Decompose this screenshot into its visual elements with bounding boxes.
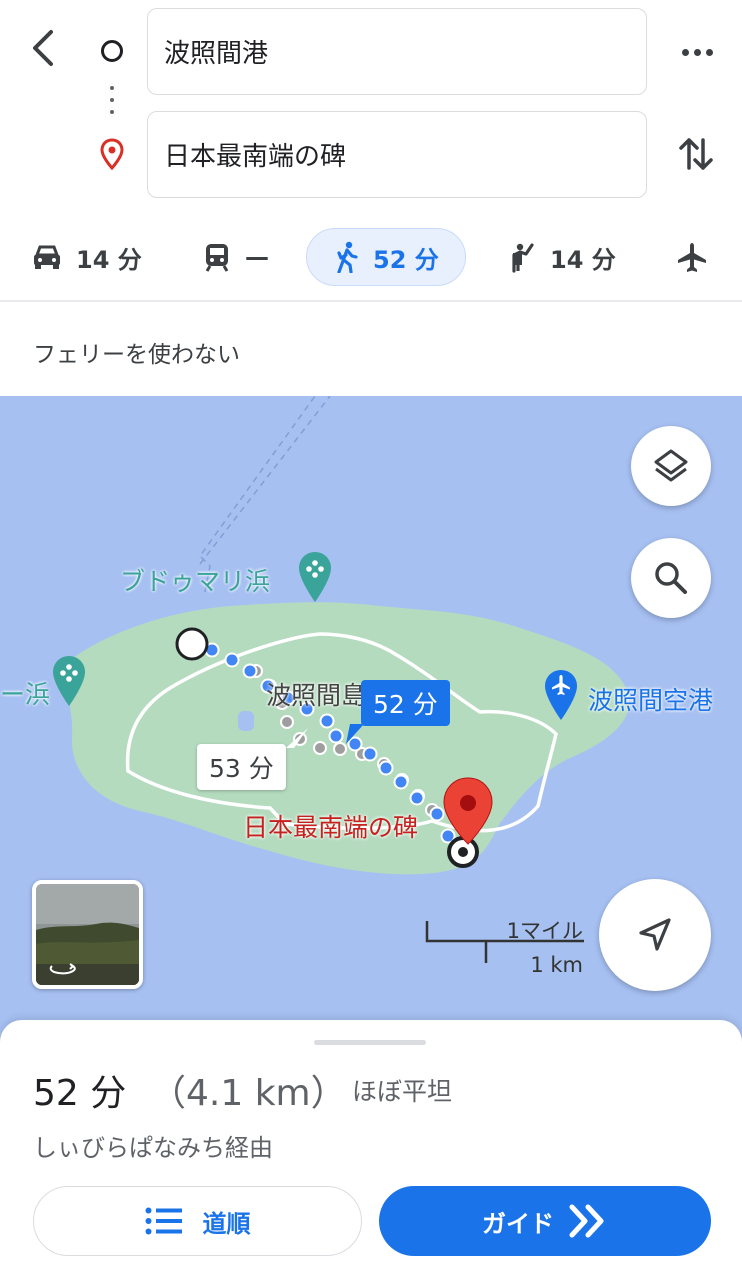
more-options-button[interactable] [675,30,719,74]
mode-ride-label: 14 分 [550,245,616,274]
mode-drive[interactable]: 14 分 [32,228,142,286]
mode-walk[interactable]: 52 分 [306,228,466,286]
beach-poi-left-icon[interactable] [51,654,87,712]
back-arrow-icon [33,30,53,66]
mode-transit-label: — [245,243,269,271]
map-label-beach: ー浜 [0,680,51,709]
list-icon [145,1207,182,1235]
origin-field[interactable]: 波照間港 [147,8,647,95]
route-options-label: フェリーを使わない [33,342,240,368]
search-icon [655,562,687,594]
route-summary-sheet[interactable]: 52 分 （4.1 km） ほぼ平坦 しぃびらぱなみち経由 道順 ガイド [0,1020,742,1280]
mode-ride[interactable]: 14 分 [508,228,616,286]
mode-flight[interactable] [676,228,708,286]
train-icon [205,244,229,272]
car-icon [34,245,60,269]
airplane-icon [678,243,706,272]
mode-transit[interactable]: — [203,228,269,286]
sheet-drag-handle[interactable] [314,1040,426,1045]
layers-icon [654,449,688,482]
travel-mode-bar: 14 分 — 52 分 14 分 [0,228,742,288]
navigate-button[interactable] [599,879,711,991]
double-chevron-right-icon [569,1204,604,1238]
ride-hail-icon [512,243,534,273]
mode-walk-label: 52 分 [373,245,439,274]
map-label-airport: 波照間空港 [588,686,714,715]
more-dot-icon [693,48,701,56]
callout-pointer-primary [346,724,364,744]
layers-button[interactable] [631,426,711,506]
route-options-row[interactable]: フェリーを使わない [0,302,742,396]
map-view[interactable]: ブドゥマリ浜 ー浜 波照間島 波照間空港 日本最南端の碑 52 分 53 分 1… [0,396,742,1056]
beach-poi-icon[interactable] [297,550,333,608]
origin-circle-icon [101,40,123,62]
guide-button[interactable]: ガイド [379,1186,711,1256]
directions-header: 波照間港 日本最南端の碑 14 分 — 52 分 14 分 [0,0,742,302]
airport-poi-icon[interactable] [543,668,579,726]
map-scale: 1マイル 1 km [424,911,589,977]
route-dots-icon [109,86,115,120]
origin-value: 波照間港 [164,39,269,69]
route-distance: （4.1 km） [150,1073,347,1114]
walk-icon [337,241,358,273]
map-label-budoumari: ブドゥマリ浜 [120,567,271,596]
destination-value: 日本最南端の碑 [164,142,347,172]
navigation-arrow-icon [639,918,671,951]
scale-km-label: 1 km [530,953,583,977]
swap-icon [679,138,713,170]
more-dot-icon [681,48,689,56]
route-callout-primary-text: 52 分 [373,690,438,719]
destination-pin-icon [100,138,124,174]
route-callout-alt-text: 53 分 [209,754,274,783]
route-callout-alt[interactable]: 53 分 [197,744,286,790]
steps-button[interactable]: 道順 [33,1186,362,1256]
route-via: しぃびらぱなみち経由 [33,1134,273,1162]
route-terrain: ほぼ平坦 [352,1077,453,1106]
back-button[interactable] [22,26,66,70]
steps-button-label: 道順 [202,1209,251,1238]
destination-field[interactable]: 日本最南端の碑 [147,111,647,198]
search-map-button[interactable] [631,538,711,618]
guide-button-label: ガイド [482,1209,554,1238]
callout-pointer-alt [286,728,308,748]
street-view-thumbnail[interactable] [32,880,143,989]
swap-direction-button[interactable] [672,130,720,178]
rotate-360-icon [49,963,76,975]
scale-mile-label: 1マイル [506,919,583,943]
more-dot-icon [705,48,713,56]
route-callout-primary[interactable]: 52 分 [361,680,450,726]
mode-drive-label: 14 分 [76,245,142,274]
route-duration: 52 分 [33,1073,127,1114]
map-label-island: 波照間島 [266,681,367,710]
map-label-destination: 日本最南端の碑 [243,813,419,842]
